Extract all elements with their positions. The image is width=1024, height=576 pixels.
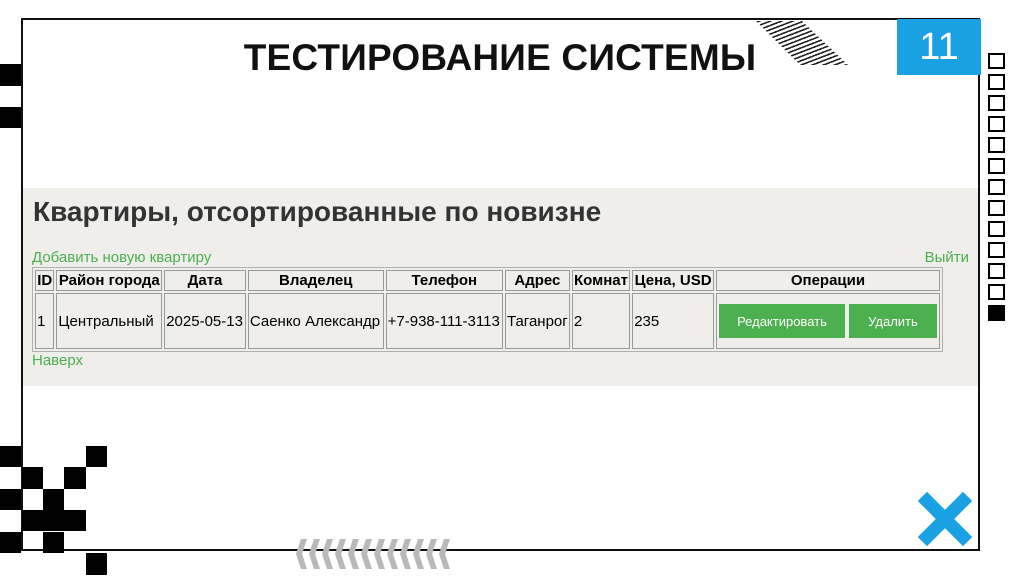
cell-operations: Редактировать Удалить [715, 293, 940, 349]
add-apartment-link[interactable]: Добавить новую квартиру [32, 249, 211, 266]
cell-id: 1 [35, 293, 55, 349]
column-header-date: Дата [164, 270, 246, 291]
column-header-id: ID [35, 270, 55, 291]
apartments-table: ID Район города Дата Владелец Телефон Ад… [32, 267, 943, 352]
column-header-owner: Владелец [247, 270, 384, 291]
chevron-left-icon [335, 539, 346, 569]
column-header-district: Район города [56, 270, 163, 291]
pixel-square-decoration [0, 446, 21, 467]
pixel-square-decoration [43, 532, 64, 553]
chevron-left-icon [348, 539, 359, 569]
edit-button[interactable]: Редактировать [718, 304, 845, 338]
page-number: 11 [897, 19, 981, 75]
empty-square-icon [988, 242, 1005, 258]
empty-square-icon [988, 221, 1005, 237]
cell-price: 235 [632, 293, 714, 349]
cell-address: Таганрог [504, 293, 570, 349]
pixel-square-decoration [86, 446, 107, 467]
table-header-row: ID Район города Дата Владелец Телефон Ад… [35, 270, 940, 291]
cell-phone: +7-938-111-3113 [385, 293, 503, 349]
empty-square-icon [988, 284, 1005, 300]
column-header-rooms: Комнат [571, 270, 631, 291]
empty-square-icon [988, 263, 1005, 279]
empty-square-icon [988, 74, 1005, 90]
back-to-top-link[interactable]: Наверх [32, 352, 83, 369]
checkbox-column [988, 53, 1005, 321]
table-row: 1 Центральный 2025-05-13 Саенко Александ… [35, 293, 940, 349]
slide-title: ТЕСТИРОВАНИЕ СИСТЕМЫ [243, 37, 757, 78]
close-icon [918, 492, 972, 546]
empty-square-icon [988, 158, 1005, 174]
empty-square-icon [988, 137, 1005, 153]
chevron-left-icon [309, 539, 320, 569]
pixel-square-decoration [64, 467, 86, 489]
pixel-square-decoration [0, 64, 22, 86]
chevron-decoration [296, 539, 450, 569]
cell-rooms: 2 [571, 293, 631, 349]
empty-square-icon [988, 200, 1005, 216]
empty-square-icon [988, 95, 1005, 111]
chevron-left-icon [413, 539, 424, 569]
column-header-address: Адрес [504, 270, 570, 291]
chevron-left-icon [296, 539, 307, 569]
chevron-left-icon [322, 539, 333, 569]
column-header-price: Цена, USD [632, 270, 714, 291]
pixel-square-decoration [86, 553, 107, 575]
empty-square-icon [988, 179, 1005, 195]
pixel-square-decoration [22, 510, 43, 531]
pixel-square-decoration [0, 107, 22, 128]
pixel-square-decoration [43, 489, 64, 510]
chevron-left-icon [426, 539, 437, 569]
cell-owner: Саенко Александр [247, 293, 384, 349]
page-heading: Квартиры, отсортированные по новизне [33, 196, 602, 227]
empty-square-icon [988, 116, 1005, 132]
pixel-square-decoration [43, 510, 86, 531]
cell-district: Центральный [56, 293, 163, 349]
empty-square-icon [988, 53, 1005, 69]
column-header-operations: Операции [715, 270, 940, 291]
chevron-left-icon [387, 539, 398, 569]
chevron-left-icon [374, 539, 385, 569]
apartments-page: Квартиры, отсортированные по новизне Доб… [23, 188, 978, 386]
chevron-left-icon [400, 539, 411, 569]
pixel-square-decoration [0, 532, 21, 553]
chevron-left-icon [361, 539, 372, 569]
pixel-square-decoration [22, 467, 43, 489]
logout-link[interactable]: Выйти [925, 249, 969, 266]
pixel-square-decoration [0, 489, 21, 510]
delete-button[interactable]: Удалить [848, 304, 937, 338]
column-header-phone: Телефон [385, 270, 503, 291]
filled-square-icon [988, 305, 1005, 321]
cell-date: 2025-05-13 [164, 293, 246, 349]
chevron-left-icon [439, 539, 450, 569]
